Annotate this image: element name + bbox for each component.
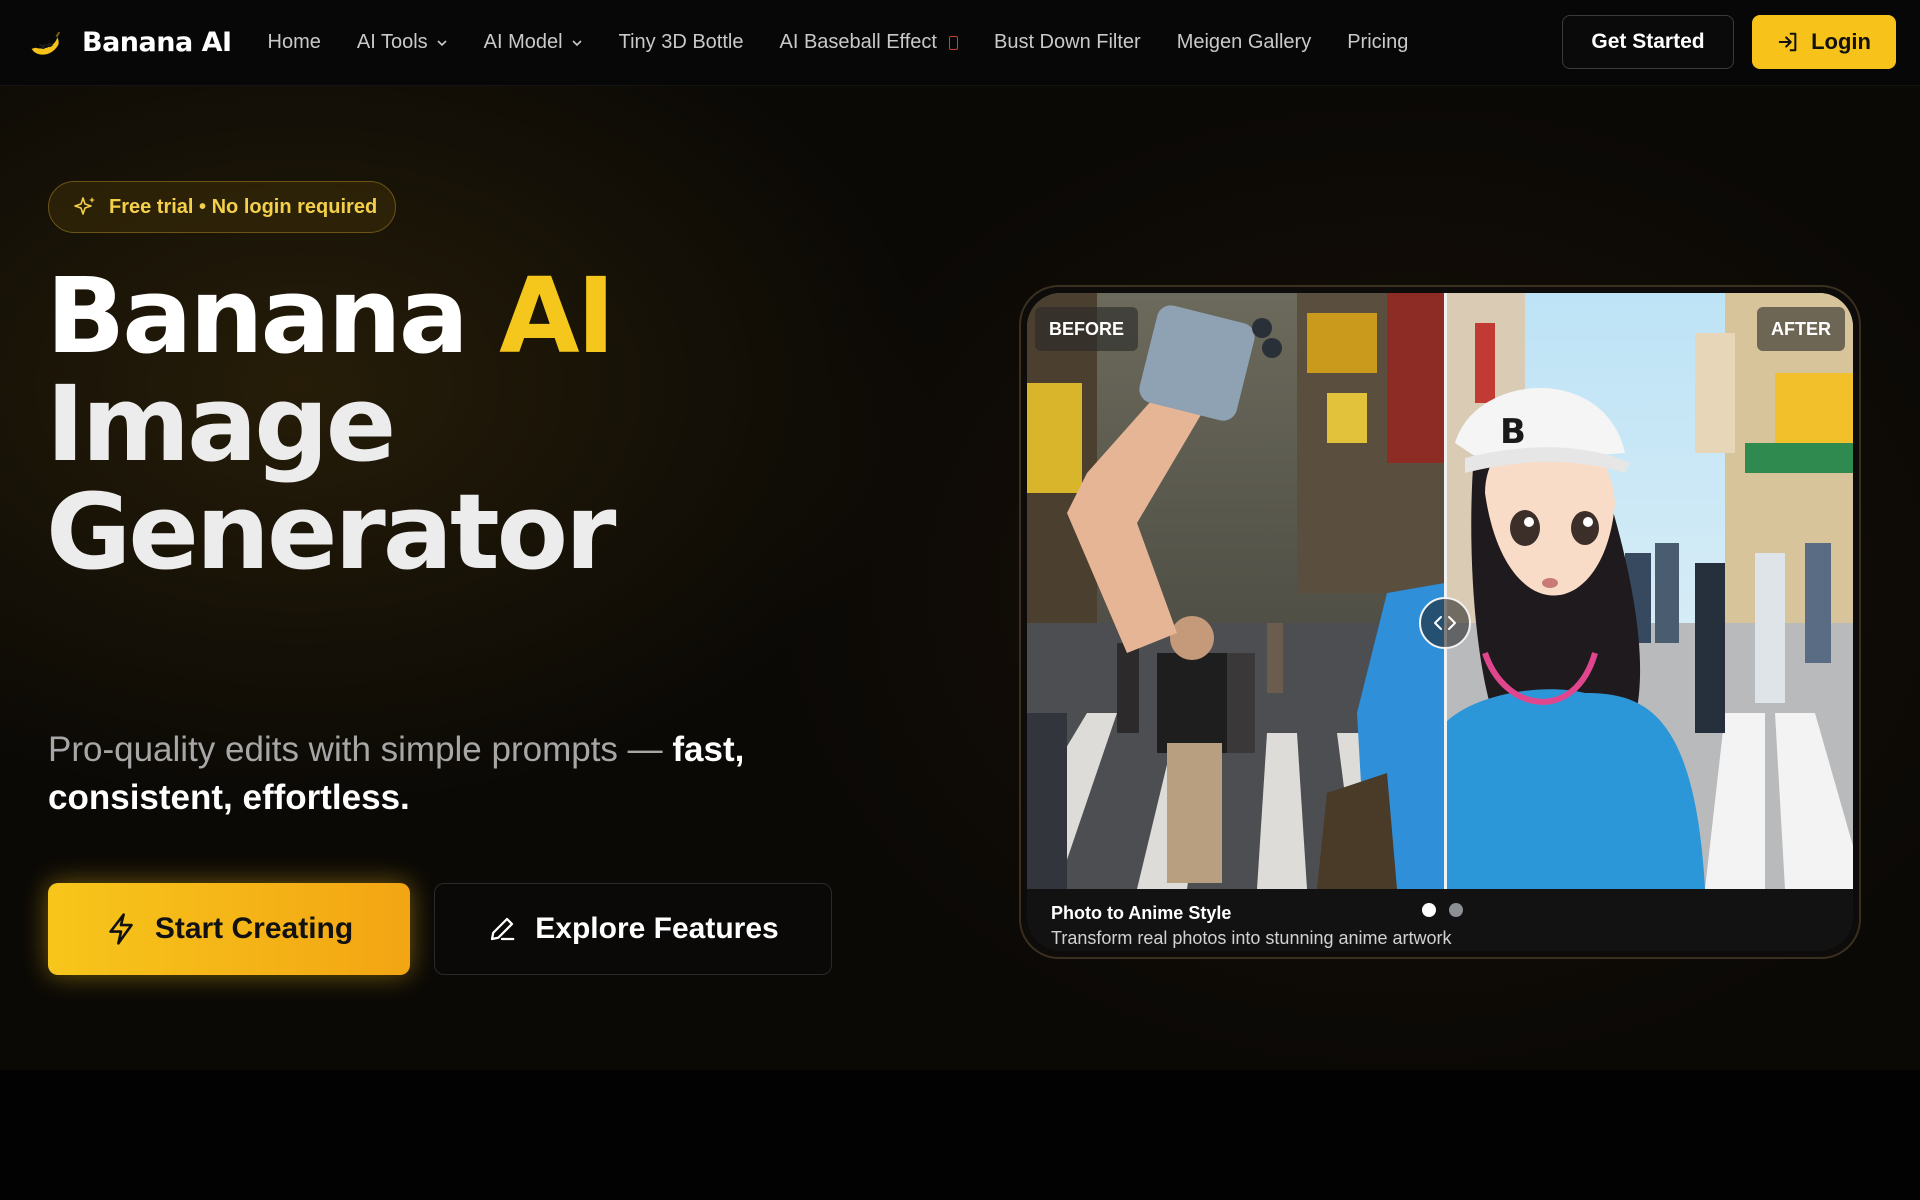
slide-pagination: [1422, 903, 1476, 917]
sparkles-icon: [74, 197, 95, 215]
nav-home-label: Home: [267, 31, 321, 53]
pencil-icon: [491, 917, 515, 941]
nav-meigen-gallery[interactable]: Meigen Gallery: [1177, 31, 1312, 54]
slide-dot-1[interactable]: [1422, 903, 1436, 917]
nav-ai-baseball-effect-label: AI Baseball Effect: [779, 31, 937, 53]
brand-name: Banana AI: [82, 27, 232, 58]
headline-part1: Banana: [46, 255, 500, 377]
cta-row: Start Creating Explore Features: [48, 883, 832, 975]
before-photo: [1027, 293, 1445, 889]
after-tag: AFTER: [1757, 307, 1845, 351]
nav-ai-model[interactable]: AI Model: [484, 31, 583, 54]
get-started-button[interactable]: Get Started: [1562, 15, 1734, 69]
slide-caption: Photo to Anime Style Transform real phot…: [1027, 889, 1853, 951]
main-nav: Home AI Tools AI Model Tiny 3D Bottle AI…: [268, 31, 1445, 54]
login-button[interactable]: Login: [1752, 15, 1896, 69]
slider-divider[interactable]: [1444, 293, 1447, 889]
hero-subline: Pro-quality edits with simple prompts — …: [48, 726, 808, 822]
nav-home[interactable]: Home: [268, 31, 321, 54]
nav-meigen-gallery-label: Meigen Gallery: [1176, 31, 1312, 53]
top-navbar: Banana AI Home AI Tools AI Model Tiny 3D…: [0, 0, 1920, 86]
start-creating-button[interactable]: Start Creating: [48, 883, 410, 975]
slide-dot-2[interactable]: [1449, 903, 1463, 917]
brand[interactable]: Banana AI: [26, 24, 232, 62]
subline-normal: Pro-quality edits with simple prompts —: [48, 730, 673, 769]
compare-viewport: B BEFORE AFTER Photo to Anime Style Tran…: [1027, 293, 1853, 951]
nav-ai-baseball-effect[interactable]: AI Baseball Effect: [779, 31, 958, 54]
nav-ai-tools[interactable]: AI Tools: [357, 31, 448, 54]
start-creating-label: Start Creating: [154, 912, 354, 945]
nav-tiny-3d-bottle[interactable]: Tiny 3D Bottle: [619, 31, 744, 54]
before-after-slider[interactable]: B BEFORE AFTER Photo to Anime Style Tran…: [1019, 285, 1861, 959]
nav-tiny-3d-bottle-label: Tiny 3D Bottle: [618, 31, 744, 53]
before-tag: BEFORE: [1035, 307, 1139, 351]
nav-bust-down-filter-label: Bust Down Filter: [993, 31, 1141, 53]
chevrons-left-right-icon: [1434, 616, 1456, 630]
new-marker-icon: [948, 35, 958, 50]
lightning-icon: [109, 913, 133, 945]
free-trial-badge: Free trial • No login required: [48, 181, 396, 233]
next-section-band: [0, 1070, 1920, 1200]
nav-ai-tools-label: AI Tools: [356, 31, 428, 53]
nav-ai-model-label: AI Model: [483, 31, 563, 53]
get-started-label: Get Started: [1591, 30, 1705, 53]
headline-line3: Generator: [46, 471, 616, 593]
hero-section: Free trial • No login required Banana AI…: [0, 86, 1920, 1070]
slider-handle[interactable]: [1419, 597, 1471, 649]
explore-features-label: Explore Features: [535, 912, 779, 945]
headline-accent: AI: [499, 255, 615, 377]
explore-features-button[interactable]: Explore Features: [434, 883, 832, 975]
nav-pricing-label: Pricing: [1347, 31, 1409, 53]
header-actions: Get Started Login: [1562, 15, 1896, 69]
nav-bust-down-filter[interactable]: Bust Down Filter: [994, 31, 1141, 54]
hero-headline: Banana AI Image Generator: [46, 262, 616, 593]
login-icon: [1778, 32, 1797, 52]
badge-text: Free trial • No login required: [109, 195, 378, 218]
login-label: Login: [1811, 29, 1871, 54]
after-anime-image: B: [1445, 293, 1853, 889]
nav-pricing[interactable]: Pricing: [1347, 31, 1408, 54]
banana-icon: [31, 31, 61, 55]
svg-text:B: B: [1500, 412, 1526, 452]
headline-line2: Image: [46, 363, 396, 485]
caption-description: Transform real photos into stunning anim…: [1051, 928, 1452, 948]
chevron-down-icon: [437, 39, 447, 46]
chevron-down-icon: [572, 39, 582, 46]
